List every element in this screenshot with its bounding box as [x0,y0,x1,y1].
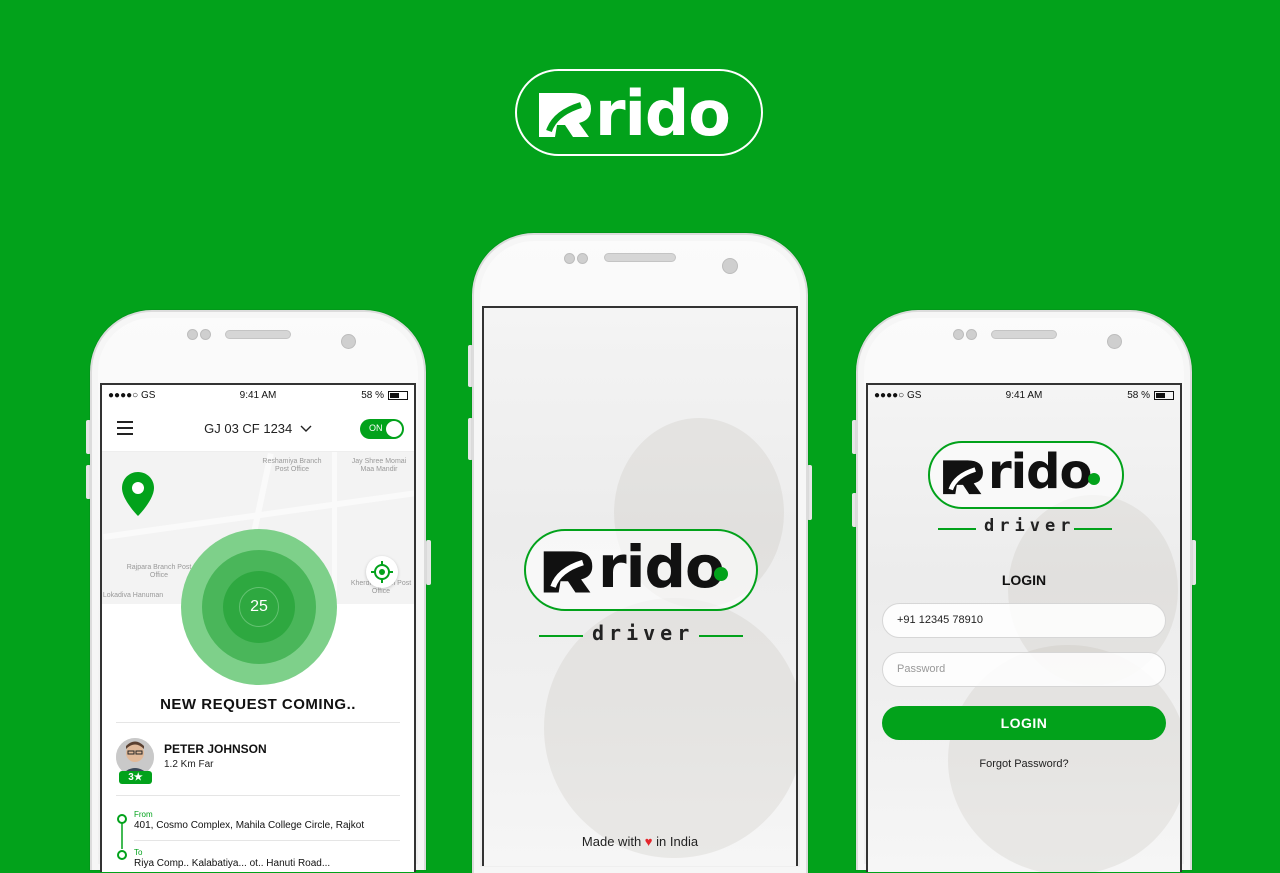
rider-name: PETER JOHNSON [164,742,267,756]
login-button[interactable]: LOGIN [882,706,1166,740]
power-button [426,540,431,585]
map-label: Rajpara Branch Post Office [126,564,192,579]
rider-rating-badge: 3★ [119,771,152,784]
toggle-label: ON [369,423,383,433]
status-bar: ●●●●○ GS 9:41 AM 58 % [868,385,1180,405]
divider [116,722,400,723]
battery-indicator: 58 % [1127,390,1174,401]
countdown-timer: 25 [239,587,279,627]
login-brand-logo: rido [928,441,1124,509]
battery-text: 58 % [1127,390,1150,401]
vehicle-plate: GJ 03 CF 1234 [204,421,293,436]
camera-dot [564,253,575,264]
map-label: Jay Shree Momai Maa Mandir [351,458,407,473]
heart-icon: ♥ [644,834,653,849]
brand-wordmark: rido [598,533,725,601]
brand-wordmark: rido [595,77,731,150]
divider [539,635,583,637]
front-camera [1107,334,1122,349]
splash-brand-logo: rido [524,529,758,611]
chevron-down-icon [300,425,312,432]
camera-dot [953,329,964,340]
phone-dashboard: ●●●●○ GS 9:41 AM 58 % GJ 03 CF 1234 ON R… [90,310,426,872]
phone-field[interactable]: +91 12345 78910 [882,603,1166,638]
rido-logo-icon [539,93,591,137]
divider [134,840,400,841]
battery-indicator: 58 % [361,390,408,401]
rido-logo-icon [943,460,983,495]
driver-wordmark: driver [592,621,695,645]
camera-dot [577,253,588,264]
new-request-heading: NEW REQUEST COMING.. [160,696,356,713]
divider [938,528,976,530]
online-toggle[interactable]: ON [360,419,404,439]
status-bar: ●●●●○ GS 9:41 AM 58 % [102,385,414,405]
speaker-grille [991,330,1057,339]
made-in-india-footer: Made with ♥ in India [484,834,796,849]
login-screen: ●●●●○ GS 9:41 AM 58 % rido driver LOGIN … [866,383,1182,872]
location-pin-icon [122,472,154,516]
dashboard-screen: ●●●●○ GS 9:41 AM 58 % GJ 03 CF 1234 ON R… [100,383,416,872]
route-line-icon [117,814,127,860]
divider [116,795,400,796]
footer-text: in India [656,834,699,849]
divider [1074,528,1112,530]
gps-target-icon [371,561,393,583]
front-camera [722,258,738,274]
recenter-button[interactable] [366,556,398,588]
driver-wordmark: driver [984,516,1076,536]
from-label: From [134,810,153,819]
toggle-knob [386,421,402,437]
phone-splash: rido driver Made with ♥ in India [472,233,808,873]
camera-dot [187,329,198,340]
splash-screen: rido driver Made with ♥ in India [482,306,798,866]
login-heading: LOGIN [1001,572,1047,588]
from-address: 401, Cosmo Complex, Mahila College Circl… [134,820,365,831]
battery-text: 58 % [361,390,384,401]
divider [699,635,743,637]
rider-distance: 1.2 Km Far [164,759,214,770]
phone-login: ●●●●○ GS 9:41 AM 58 % rido driver LOGIN … [856,310,1192,872]
camera-dot [200,329,211,340]
dashboard-topbar: GJ 03 CF 1234 ON [102,405,414,452]
logo-dot [1088,473,1100,485]
password-field[interactable]: Password [882,652,1166,687]
speaker-grille [604,253,676,262]
front-camera [341,334,356,349]
camera-dot [966,329,977,340]
map-label: Lokadiva Hanuman [102,592,164,599]
logo-dot [714,567,728,581]
forgot-password-link[interactable]: Forgot Password? [868,758,1180,770]
battery-icon [388,391,408,400]
speaker-grille [225,330,291,339]
battery-icon [1154,391,1174,400]
to-label: To [134,848,143,857]
top-brand-logo: rido [515,69,763,156]
map-label: Reshamiya Branch Post Office [262,458,322,473]
rido-logo-icon [543,551,593,593]
brand-wordmark: rido [988,444,1092,500]
footer-text: Made with [581,834,642,849]
